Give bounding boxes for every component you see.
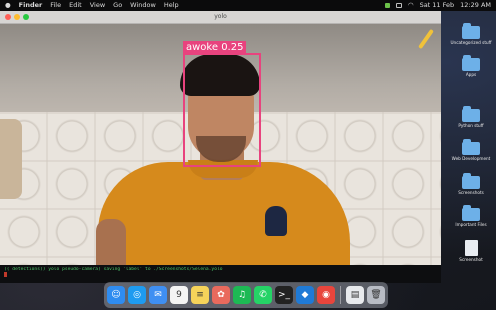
- battery-icon[interactable]: [395, 3, 402, 8]
- desktop-icon-label: Screenshot: [459, 257, 483, 262]
- person-arm: [96, 219, 126, 269]
- menu-date[interactable]: Sat 11 Feb: [420, 0, 455, 11]
- trash-icon[interactable]: 🗑: [367, 286, 385, 304]
- folder-icon: [462, 55, 480, 71]
- notes-icon[interactable]: ≡: [191, 286, 209, 304]
- shirt-logo: [265, 206, 287, 236]
- menu-go[interactable]: Go: [113, 0, 122, 11]
- apple-menu-icon[interactable]: ●: [5, 0, 11, 11]
- window-title: yolo: [214, 13, 227, 20]
- menu-edit[interactable]: Edit: [69, 0, 82, 11]
- terminal-cursor: [4, 272, 7, 277]
- mail-icon[interactable]: ✉: [149, 286, 167, 304]
- camera-feed: awoke 0.25: [0, 24, 441, 269]
- file-icon: [464, 240, 478, 256]
- desktop-folder-webdev[interactable]: Web Development: [446, 139, 496, 161]
- menu-app-name[interactable]: Finder: [19, 0, 43, 11]
- desktop-icon-label: Uncategorized stuff: [450, 40, 492, 45]
- desktop-folder-apps[interactable]: Apps: [446, 55, 496, 77]
- vscode-icon[interactable]: ◆: [296, 286, 314, 304]
- cushion: [0, 119, 22, 199]
- terminal-icon[interactable]: >_: [275, 286, 293, 304]
- folder-icon: [462, 23, 480, 39]
- safari-icon[interactable]: ◎: [128, 286, 146, 304]
- folder-icon: [462, 173, 480, 189]
- whatsapp-icon[interactable]: ✆: [254, 286, 272, 304]
- finder-icon[interactable]: ☺: [107, 286, 125, 304]
- chrome-icon[interactable]: ◉: [317, 286, 335, 304]
- dock: ☺ ◎ ✉ 9 ≡ ✿ ♫ ✆ >_ ◆ ◉ ▤ 🗑: [104, 282, 388, 308]
- desktop-folder-python[interactable]: Python stuff: [446, 106, 496, 128]
- folder-icon: [462, 106, 480, 122]
- status-indicator-icon[interactable]: [384, 3, 390, 8]
- desktop-icon-label: Important Files: [455, 222, 487, 227]
- menu-file[interactable]: File: [50, 0, 61, 11]
- document-icon[interactable]: ▤: [346, 286, 364, 304]
- minimize-button[interactable]: [14, 14, 20, 20]
- close-button[interactable]: [5, 14, 11, 20]
- detection-bounding-box: [183, 53, 261, 167]
- menu-time[interactable]: 12:29 AM: [460, 0, 491, 11]
- menu-window[interactable]: Window: [130, 0, 156, 11]
- maximize-button[interactable]: [23, 14, 29, 20]
- desktop-file-screenshot[interactable]: Screenshot: [446, 240, 496, 262]
- menu-bar: ● Finder File Edit View Go Window Help ◠…: [0, 0, 496, 11]
- folder-icon: [462, 139, 480, 155]
- desktop-icon-label: Screenshots: [458, 190, 484, 195]
- photos-icon[interactable]: ✿: [212, 286, 230, 304]
- calendar-icon[interactable]: 9: [170, 286, 188, 304]
- desktop-icon-label: Web Development: [451, 156, 491, 161]
- folder-icon: [462, 205, 480, 221]
- wifi-icon[interactable]: ◠: [408, 0, 414, 11]
- desktop-folder-important[interactable]: Important Files: [446, 205, 496, 227]
- dock-separator: [340, 286, 341, 304]
- camera-window[interactable]: yolo awoke 0.25: [0, 11, 441, 269]
- detection-label: awoke 0.25: [183, 41, 247, 54]
- desktop-folder-screenshots[interactable]: Screenshots: [446, 173, 496, 195]
- window-titlebar[interactable]: yolo: [0, 11, 441, 24]
- desktop-icon-label: Python stuff: [458, 123, 484, 128]
- spotify-icon[interactable]: ♫: [233, 286, 251, 304]
- menu-help[interactable]: Help: [164, 0, 179, 11]
- desktop-folder-uncategorized[interactable]: Uncategorized stuff: [446, 23, 496, 45]
- menu-view[interactable]: View: [90, 0, 105, 11]
- desktop-icon-label: Apps: [465, 72, 477, 77]
- terminal-panel[interactable]: (( detections)) yolo pseudo-camera) savi…: [0, 265, 441, 283]
